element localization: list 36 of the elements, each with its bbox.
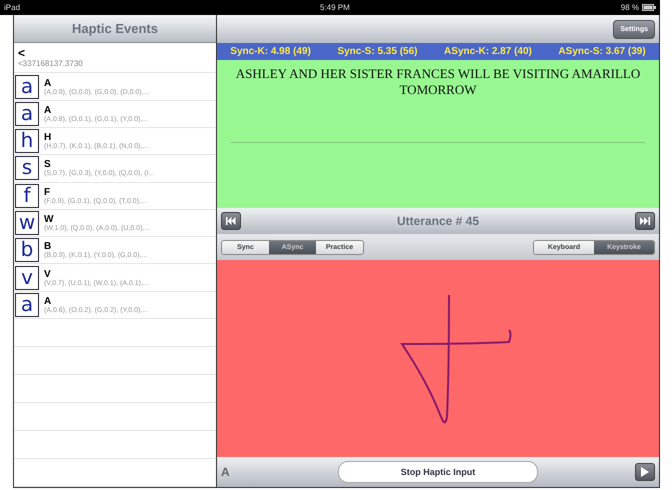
- utterance-title: Utterance # 45: [396, 214, 480, 228]
- device-name: iPad: [4, 3, 20, 12]
- event-letter: A: [44, 78, 52, 89]
- sidebar-title: Haptic Events: [72, 21, 158, 36]
- handwriting-thumbnail: h: [15, 129, 39, 154]
- handwriting-thumbnail: s: [15, 156, 39, 180]
- recognized-letter: A: [221, 465, 231, 479]
- stop-input-button[interactable]: Stop Haptic Input: [338, 461, 538, 483]
- event-letter: F: [44, 186, 50, 198]
- score-label: Sync-K: 4.98 (49): [230, 46, 311, 57]
- back-button[interactable]: <: [18, 47, 26, 60]
- score-label: ASync-K: 2.87 (40): [444, 46, 532, 57]
- event-letter: W: [44, 214, 54, 225]
- handwriting-thumbnail: v: [15, 266, 39, 290]
- event-letter: A: [44, 104, 52, 116]
- handwriting-thumbnail: a: [15, 102, 39, 126]
- event-letter: B: [44, 241, 52, 252]
- handwriting-thumbnail: b: [15, 238, 39, 262]
- handwriting-thumbnail: w: [15, 211, 39, 235]
- handwriting-thumbnail: a: [15, 74, 39, 99]
- previous-icon[interactable]: [221, 212, 241, 230]
- next-icon[interactable]: [634, 212, 655, 230]
- handwriting-thumbnail: a: [15, 292, 39, 317]
- battery-icon: [642, 4, 656, 11]
- sentence-text: ASHLEY AND HER SISTER FRANCES WILL BE VISITING AMARILLO TOMORROW: [234, 66, 642, 98]
- event-letter: H: [44, 132, 52, 144]
- score-label: Sync-S: 5.35 (56): [337, 46, 418, 57]
- battery-level: 98 %: [620, 3, 639, 12]
- handwriting-thumbnail: f: [15, 184, 39, 208]
- event-letter: S: [44, 159, 51, 170]
- event-letter: V: [44, 268, 51, 280]
- clock-time: 5:49 PM: [320, 3, 350, 12]
- score-label: ASync-S: 3.67 (39): [558, 46, 646, 57]
- play-icon[interactable]: [635, 463, 655, 481]
- timestamp: <337168137.3730: [18, 59, 84, 68]
- event-letter: A: [44, 296, 52, 307]
